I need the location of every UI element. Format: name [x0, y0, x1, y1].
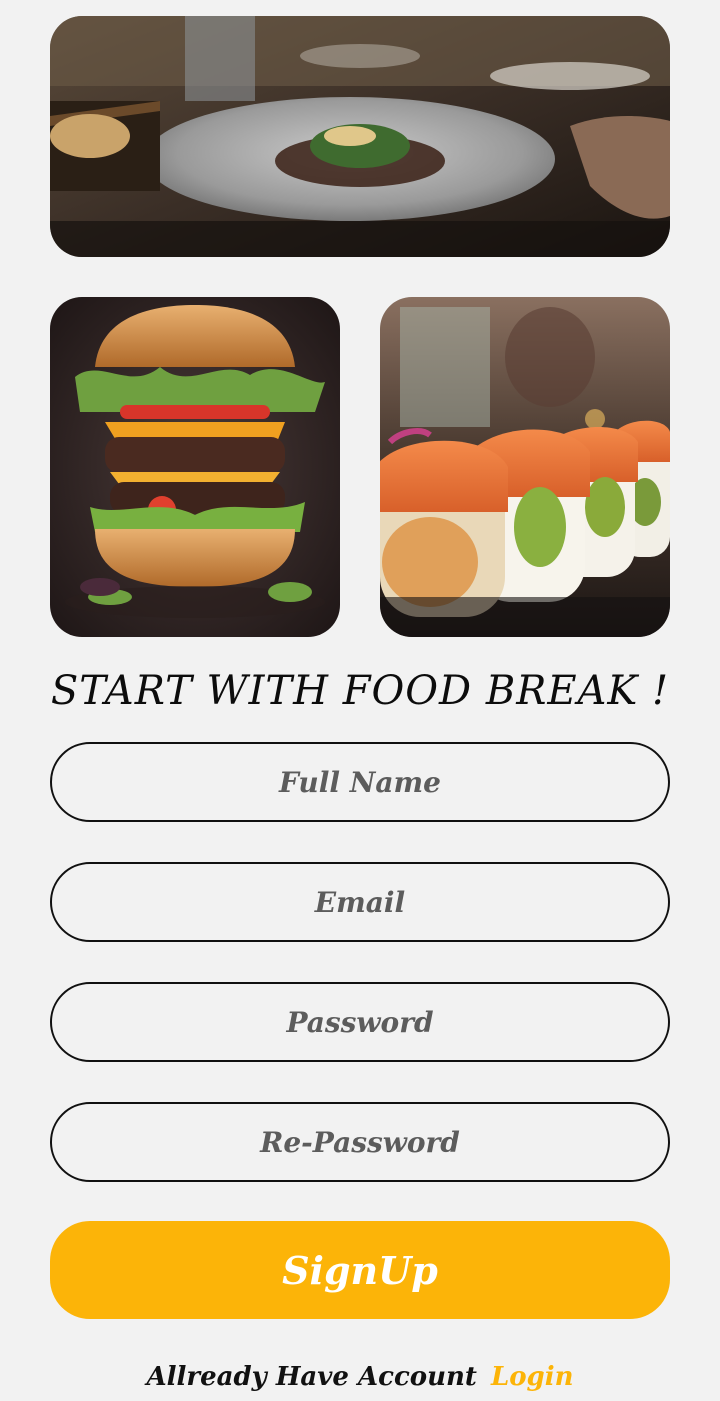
email-input[interactable] [50, 862, 670, 942]
login-prompt: Allready Have Account Login [0, 1362, 720, 1392]
login-prompt-text: Allready Have Account [146, 1362, 477, 1392]
signup-button[interactable]: SignUp [50, 1221, 670, 1319]
sushi-photo [380, 297, 670, 637]
burger-photo [50, 297, 340, 637]
password-input[interactable] [50, 982, 670, 1062]
login-link[interactable]: Login [491, 1362, 574, 1392]
restaurant-photo [50, 16, 670, 257]
fullname-input[interactable] [50, 742, 670, 822]
repassword-input[interactable] [50, 1102, 670, 1182]
page-title: START WITH FOOD BREAK ! [50, 668, 670, 714]
